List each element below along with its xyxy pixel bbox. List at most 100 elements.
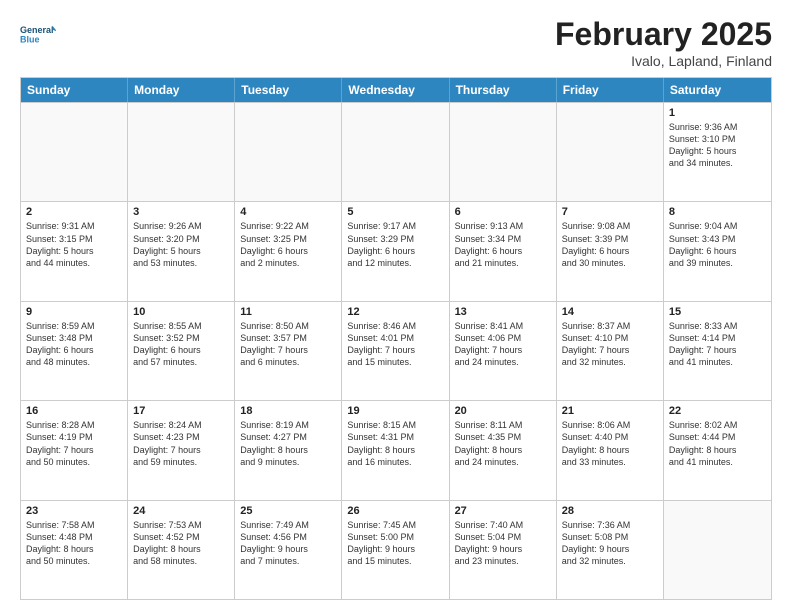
calendar-day-7: 7 Sunrise: 9:08 AM Sunset: 3:39 PM Daylig… — [557, 202, 664, 300]
calendar-body: 1 Sunrise: 9:36 AM Sunset: 3:10 PM Daylig… — [21, 102, 771, 599]
calendar-day-1: 1 Sunrise: 9:36 AM Sunset: 3:10 PM Daylig… — [664, 103, 771, 201]
calendar-cell-empty — [450, 103, 557, 201]
day-info: Sunrise: 8:02 AM Sunset: 4:44 PM Dayligh… — [669, 419, 766, 468]
day-info: Sunrise: 9:08 AM Sunset: 3:39 PM Dayligh… — [562, 220, 658, 269]
day-info: Sunrise: 7:40 AM Sunset: 5:04 PM Dayligh… — [455, 519, 551, 568]
calendar-day-3: 3Sunrise: 9:26 AM Sunset: 3:20 PM Daylig… — [128, 202, 235, 300]
logo: General Blue — [20, 16, 56, 52]
calendar-day-25: 25Sunrise: 7:49 AM Sunset: 4:56 PM Dayli… — [235, 501, 342, 599]
calendar-cell-empty — [21, 103, 128, 201]
day-number: 23 — [26, 505, 122, 517]
day-number: 21 — [562, 405, 658, 417]
day-number: 11 — [240, 306, 336, 318]
location: Ivalo, Lapland, Finland — [555, 53, 772, 69]
day-info: Sunrise: 8:15 AM Sunset: 4:31 PM Dayligh… — [347, 419, 443, 468]
day-number: 8 — [669, 206, 766, 218]
day-info: Sunrise: 8:41 AM Sunset: 4:06 PM Dayligh… — [455, 320, 551, 369]
day-number: 22 — [669, 405, 766, 417]
day-info: Sunrise: 7:58 AM Sunset: 4:48 PM Dayligh… — [26, 519, 122, 568]
svg-text:Blue: Blue — [20, 34, 40, 44]
calendar-week-3: 9Sunrise: 8:59 AM Sunset: 3:48 PM Daylig… — [21, 301, 771, 400]
calendar-day-16: 16Sunrise: 8:28 AM Sunset: 4:19 PM Dayli… — [21, 401, 128, 499]
calendar-week-5: 23 Sunrise: 7:58 AM Sunset: 4:48 PM Dayli… — [21, 500, 771, 599]
day-number: 18 — [240, 405, 336, 417]
calendar-day-22: 22 Sunrise: 8:02 AM Sunset: 4:44 PM Dayli… — [664, 401, 771, 499]
calendar-week-1: 1 Sunrise: 9:36 AM Sunset: 3:10 PM Daylig… — [21, 102, 771, 201]
calendar-cell-empty — [128, 103, 235, 201]
day-info: Sunrise: 7:36 AM Sunset: 5:08 PM Dayligh… — [562, 519, 658, 568]
calendar-day-20: 20 Sunrise: 8:11 AM Sunset: 4:35 PM Dayli… — [450, 401, 557, 499]
calendar-day-26: 26 Sunrise: 7:45 AM Sunset: 5:00 PM Dayli… — [342, 501, 449, 599]
calendar-day-8: 8Sunrise: 9:04 AM Sunset: 3:43 PM Daylig… — [664, 202, 771, 300]
svg-text:General: General — [20, 25, 54, 35]
day-number: 1 — [669, 107, 766, 119]
day-number: 13 — [455, 306, 551, 318]
day-info: Sunrise: 8:50 AM Sunset: 3:57 PM Dayligh… — [240, 320, 336, 369]
calendar-cell-empty — [664, 501, 771, 599]
day-info: Sunrise: 8:46 AM Sunset: 4:01 PM Dayligh… — [347, 320, 443, 369]
calendar-day-9: 9Sunrise: 8:59 AM Sunset: 3:48 PM Daylig… — [21, 302, 128, 400]
calendar-day-18: 18 Sunrise: 8:19 AM Sunset: 4:27 PM Dayli… — [235, 401, 342, 499]
day-info: Sunrise: 9:36 AM Sunset: 3:10 PM Dayligh… — [669, 121, 766, 170]
day-info: Sunrise: 8:19 AM Sunset: 4:27 PM Dayligh… — [240, 419, 336, 468]
day-info: Sunrise: 8:11 AM Sunset: 4:35 PM Dayligh… — [455, 419, 551, 468]
day-number: 4 — [240, 206, 336, 218]
calendar-cell-empty — [342, 103, 449, 201]
day-number: 3 — [133, 206, 229, 218]
calendar-cell-empty — [235, 103, 342, 201]
calendar-week-4: 16Sunrise: 8:28 AM Sunset: 4:19 PM Dayli… — [21, 400, 771, 499]
day-number: 26 — [347, 505, 443, 517]
logo-icon: General Blue — [20, 16, 56, 52]
day-number: 12 — [347, 306, 443, 318]
day-number: 5 — [347, 206, 443, 218]
weekday-header-tuesday: Tuesday — [235, 78, 342, 102]
day-info: Sunrise: 7:45 AM Sunset: 5:00 PM Dayligh… — [347, 519, 443, 568]
title-block: February 2025 Ivalo, Lapland, Finland — [555, 16, 772, 69]
day-info: Sunrise: 9:22 AM Sunset: 3:25 PM Dayligh… — [240, 220, 336, 269]
calendar: SundayMondayTuesdayWednesdayThursdayFrid… — [20, 77, 772, 600]
calendar-day-24: 24 Sunrise: 7:53 AM Sunset: 4:52 PM Dayli… — [128, 501, 235, 599]
calendar-day-10: 10 Sunrise: 8:55 AM Sunset: 3:52 PM Dayli… — [128, 302, 235, 400]
calendar-day-28: 28 Sunrise: 7:36 AM Sunset: 5:08 PM Dayli… — [557, 501, 664, 599]
calendar-week-2: 2 Sunrise: 9:31 AM Sunset: 3:15 PM Daylig… — [21, 201, 771, 300]
calendar-day-17: 17Sunrise: 8:24 AM Sunset: 4:23 PM Dayli… — [128, 401, 235, 499]
day-info: Sunrise: 9:13 AM Sunset: 3:34 PM Dayligh… — [455, 220, 551, 269]
month-title: February 2025 — [555, 16, 772, 53]
calendar-day-2: 2 Sunrise: 9:31 AM Sunset: 3:15 PM Daylig… — [21, 202, 128, 300]
day-number: 24 — [133, 505, 229, 517]
day-number: 15 — [669, 306, 766, 318]
day-number: 16 — [26, 405, 122, 417]
day-number: 2 — [26, 206, 122, 218]
weekday-header-monday: Monday — [128, 78, 235, 102]
calendar-day-21: 21 Sunrise: 8:06 AM Sunset: 4:40 PM Dayli… — [557, 401, 664, 499]
day-info: Sunrise: 7:53 AM Sunset: 4:52 PM Dayligh… — [133, 519, 229, 568]
calendar-day-23: 23 Sunrise: 7:58 AM Sunset: 4:48 PM Dayli… — [21, 501, 128, 599]
day-info: Sunrise: 8:06 AM Sunset: 4:40 PM Dayligh… — [562, 419, 658, 468]
calendar-day-6: 6 Sunrise: 9:13 AM Sunset: 3:34 PM Daylig… — [450, 202, 557, 300]
calendar-day-15: 15 Sunrise: 8:33 AM Sunset: 4:14 PM Dayli… — [664, 302, 771, 400]
day-number: 17 — [133, 405, 229, 417]
day-number: 25 — [240, 505, 336, 517]
page: General Blue February 2025 Ivalo, Laplan… — [0, 0, 792, 612]
weekday-header-sunday: Sunday — [21, 78, 128, 102]
day-number: 7 — [562, 206, 658, 218]
header: General Blue February 2025 Ivalo, Laplan… — [20, 16, 772, 69]
day-number: 14 — [562, 306, 658, 318]
weekday-header-thursday: Thursday — [450, 78, 557, 102]
day-info: Sunrise: 8:59 AM Sunset: 3:48 PM Dayligh… — [26, 320, 122, 369]
day-number: 20 — [455, 405, 551, 417]
day-number: 6 — [455, 206, 551, 218]
day-number: 10 — [133, 306, 229, 318]
day-info: Sunrise: 8:33 AM Sunset: 4:14 PM Dayligh… — [669, 320, 766, 369]
calendar-day-19: 19Sunrise: 8:15 AM Sunset: 4:31 PM Dayli… — [342, 401, 449, 499]
calendar-day-4: 4 Sunrise: 9:22 AM Sunset: 3:25 PM Daylig… — [235, 202, 342, 300]
day-info: Sunrise: 9:31 AM Sunset: 3:15 PM Dayligh… — [26, 220, 122, 269]
calendar-day-11: 11 Sunrise: 8:50 AM Sunset: 3:57 PM Dayli… — [235, 302, 342, 400]
day-number: 28 — [562, 505, 658, 517]
day-number: 27 — [455, 505, 551, 517]
day-info: Sunrise: 8:55 AM Sunset: 3:52 PM Dayligh… — [133, 320, 229, 369]
weekday-header-saturday: Saturday — [664, 78, 771, 102]
calendar-day-12: 12 Sunrise: 8:46 AM Sunset: 4:01 PM Dayli… — [342, 302, 449, 400]
calendar-day-5: 5Sunrise: 9:17 AM Sunset: 3:29 PM Daylig… — [342, 202, 449, 300]
calendar-header: SundayMondayTuesdayWednesdayThursdayFrid… — [21, 78, 771, 102]
